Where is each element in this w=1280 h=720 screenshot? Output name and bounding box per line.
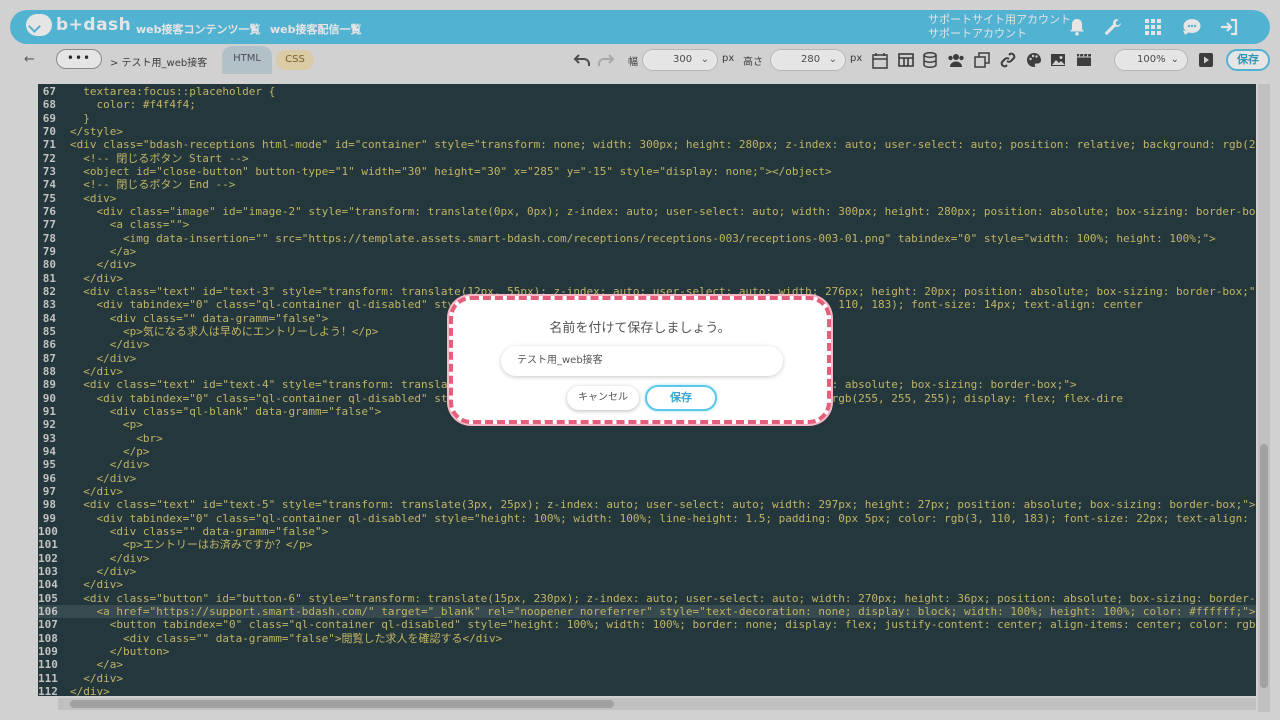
- dialog-save-button[interactable]: 保存: [645, 385, 717, 411]
- cancel-button[interactable]: キャンセル: [567, 386, 639, 410]
- save-name-dialog: 名前を付けて保存しましょう。 テスト用_web接客 キャンセル 保存: [449, 296, 831, 424]
- name-input[interactable]: テスト用_web接客: [501, 346, 783, 376]
- dialog-title: 名前を付けて保存しましょう。: [549, 321, 731, 336]
